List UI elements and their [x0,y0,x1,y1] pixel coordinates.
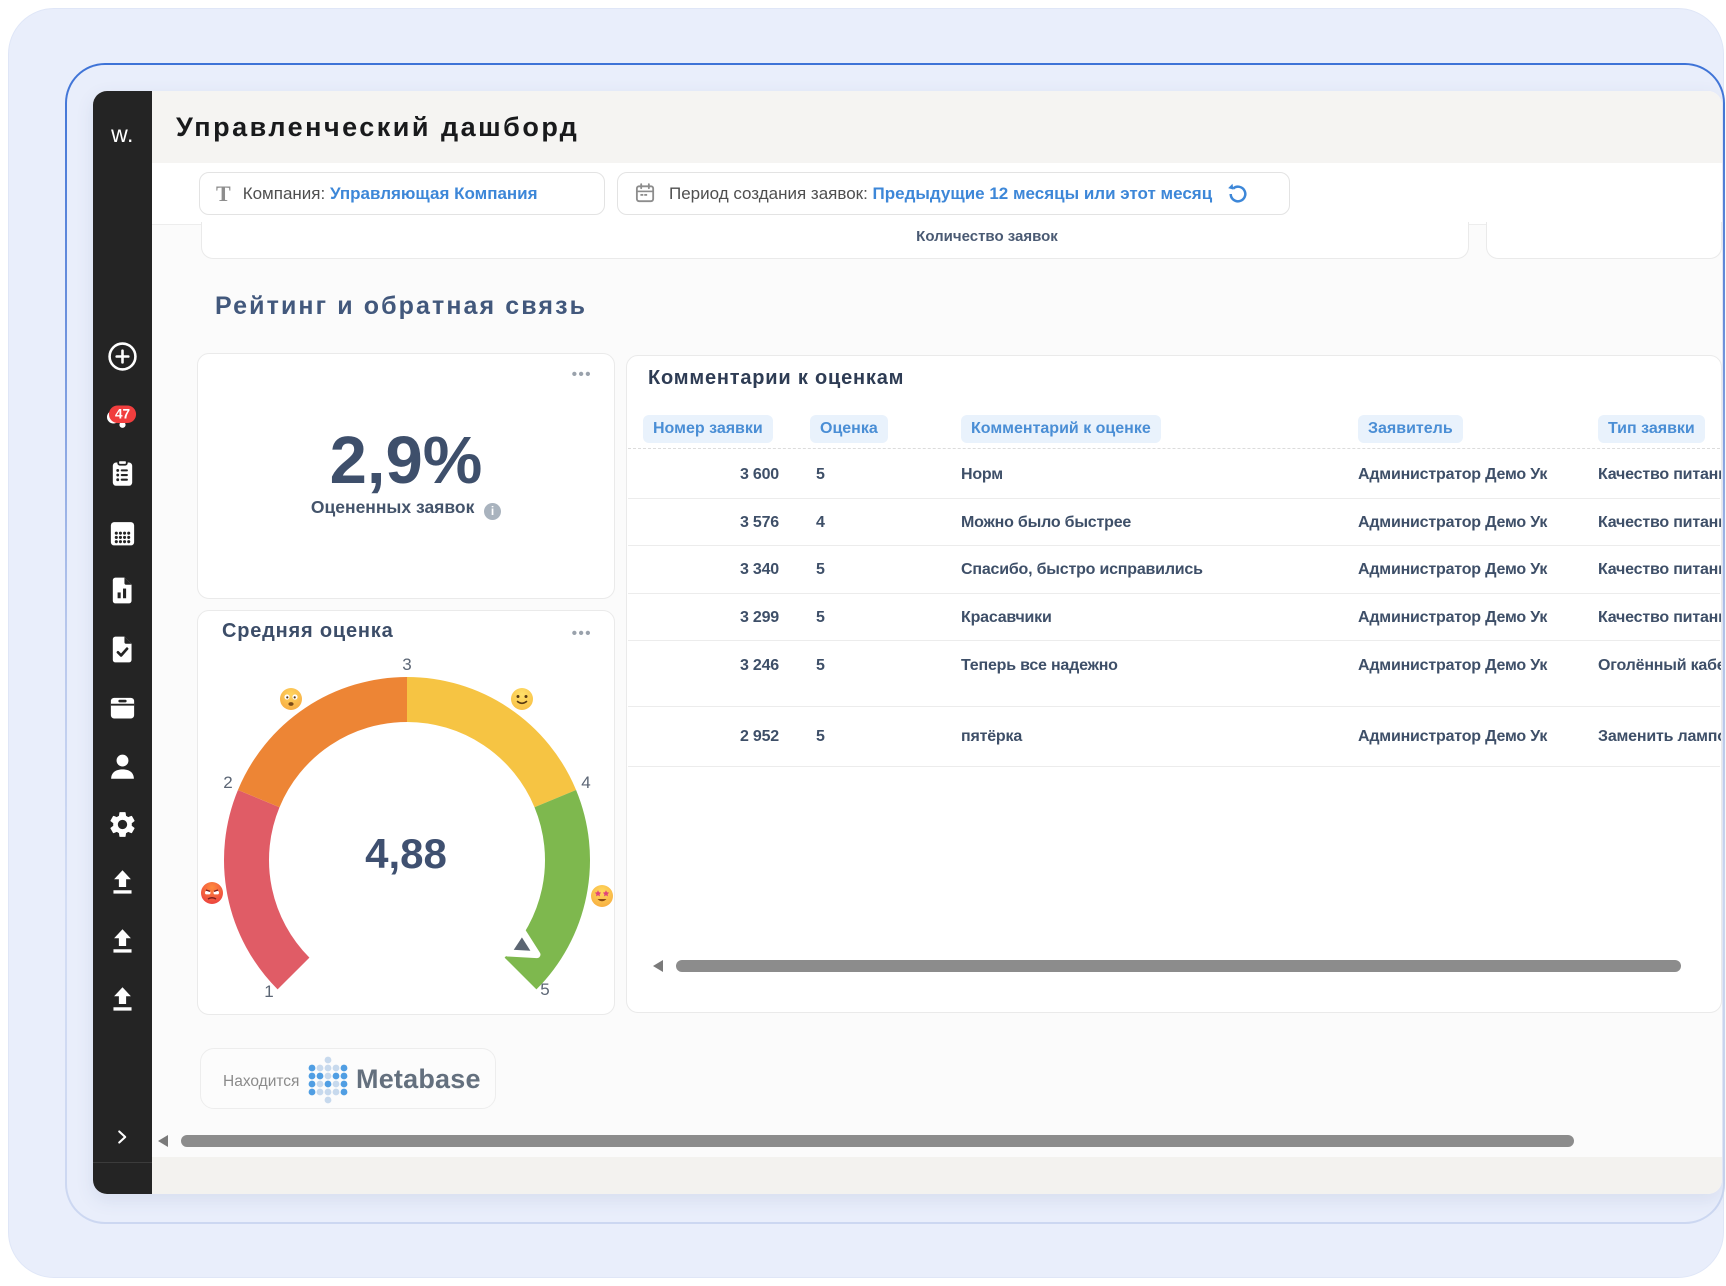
svg-text:47: 47 [115,406,130,421]
